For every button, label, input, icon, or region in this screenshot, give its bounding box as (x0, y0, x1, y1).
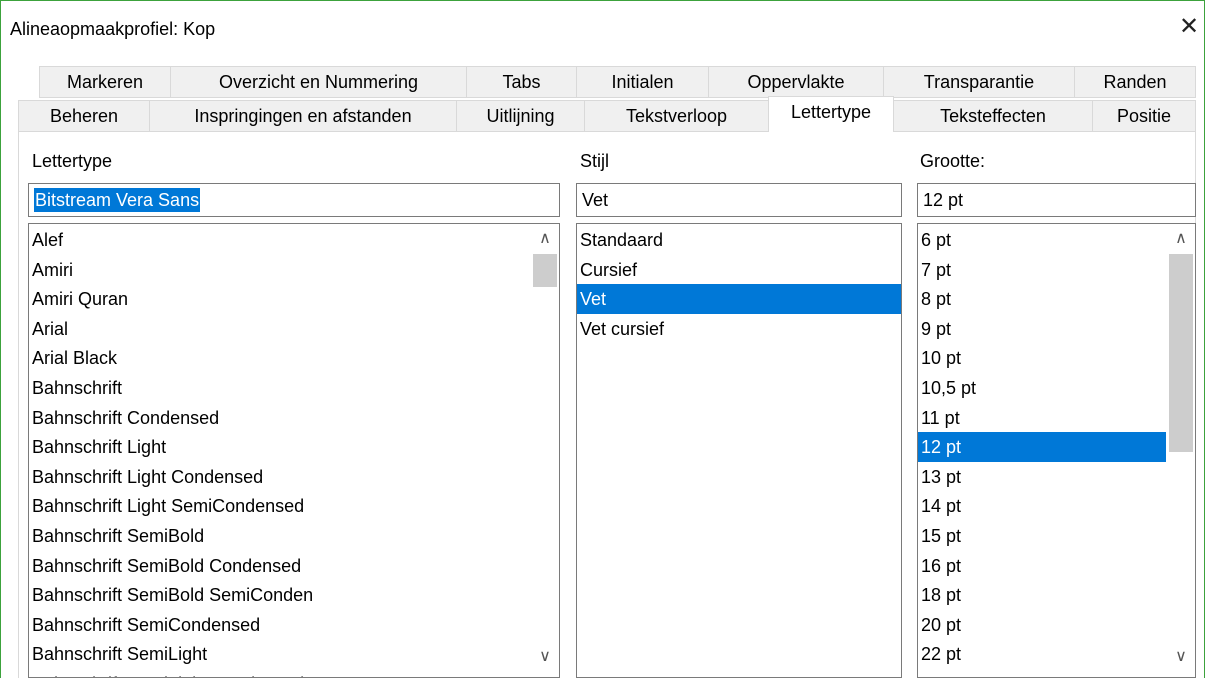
list-item[interactable]: Vet cursief (577, 314, 901, 344)
font-name-input[interactable]: Bitstream Vera Sans (28, 183, 560, 217)
list-item[interactable]: Bahnschrift SemiCondensed (29, 610, 530, 640)
list-item[interactable]: Bahnschrift Light SemiCondensed (29, 491, 530, 521)
list-item[interactable]: 14 pt (918, 491, 1166, 521)
list-item[interactable]: Standaard (577, 225, 901, 255)
list-item[interactable]: Bahnschrift Condensed (29, 403, 530, 433)
style-input[interactable]: Vet (576, 183, 902, 217)
style-value: Vet (582, 190, 609, 210)
size-value: 12 pt (923, 190, 964, 210)
list-item[interactable]: 18 pt (918, 580, 1166, 610)
list-item[interactable]: Vet (577, 284, 901, 315)
list-item[interactable]: 8 pt (918, 284, 1166, 314)
list-item[interactable]: Alef (29, 225, 530, 255)
list-item[interactable]: Amiri Quran (29, 284, 530, 314)
list-item[interactable]: 16 pt (918, 551, 1166, 581)
list-item[interactable]: 22 pt (918, 639, 1166, 669)
tab-transparantie[interactable]: Transparantie (883, 66, 1075, 98)
list-item[interactable]: 20 pt (918, 610, 1166, 640)
close-icon[interactable]: ✕ (1177, 15, 1201, 39)
tab-tabs[interactable]: Tabs (466, 66, 577, 98)
tab-initialen[interactable]: Initialen (576, 66, 709, 98)
list-item[interactable]: Bahnschrift Light Condensed (29, 462, 530, 492)
chevron-down-icon[interactable]: ∨ (1168, 644, 1194, 670)
list-item[interactable]: 12 pt (918, 432, 1166, 463)
tab-tekstverloop[interactable]: Tekstverloop (584, 100, 769, 132)
list-item[interactable]: Amiri (29, 255, 530, 285)
size-list-scroll-thumb[interactable] (1169, 254, 1193, 452)
list-item[interactable]: Bahnschrift SemiLight (29, 639, 530, 669)
list-item[interactable]: Bahnschrift SemiBold Condensed (29, 551, 530, 581)
font-list-scrollbar[interactable]: ∧ ∨ (532, 224, 558, 677)
font-list[interactable]: Bahnschrift SemiLight CondensedBahnschri… (28, 223, 560, 678)
chevron-up-icon[interactable]: ∧ (532, 226, 558, 252)
list-item[interactable]: Arial (29, 314, 530, 344)
list-item[interactable]: 11 pt (918, 403, 1166, 433)
list-item[interactable]: 6 pt (918, 225, 1166, 255)
font-list-scroll-thumb[interactable] (533, 254, 557, 287)
list-item[interactable]: 24 pt (918, 669, 1166, 677)
list-item[interactable]: Cursief (577, 255, 901, 285)
size-list-scrollbar[interactable]: ∧ ∨ (1168, 224, 1194, 677)
tab-markeren[interactable]: Markeren (39, 66, 171, 98)
style-list[interactable]: Vet cursief Vet Cursief Standaard (576, 223, 902, 678)
list-item[interactable]: 10,5 pt (918, 373, 1166, 403)
tab-beheren[interactable]: Beheren (18, 100, 150, 132)
size-label: Grootte: (920, 151, 986, 171)
list-item[interactable]: 13 pt (918, 462, 1166, 492)
tab-uitlijning[interactable]: Uitlijning (456, 100, 585, 132)
tab-randen[interactable]: Randen (1074, 66, 1196, 98)
tab-oppervlakte[interactable]: Oppervlakte (708, 66, 884, 98)
tab-teksteffecten[interactable]: Teksteffecten (893, 100, 1093, 132)
list-item[interactable]: Bahnschrift SemiBold (29, 521, 530, 551)
list-item[interactable]: 9 pt (918, 314, 1166, 344)
font-name-value: Bitstream Vera Sans (34, 188, 201, 212)
size-list[interactable]: 24 pt22 pt20 pt18 pt16 pt15 pt14 pt13 pt… (917, 223, 1196, 678)
list-item[interactable]: 7 pt (918, 255, 1166, 285)
title-bar: Alineaopmaakprofiel: Kop ✕ (1, 1, 1204, 57)
style-label: Stijl (580, 151, 610, 171)
list-item[interactable]: Bahnschrift Light (29, 432, 530, 462)
tab-lettertype[interactable]: Lettertype (768, 96, 894, 132)
tab-overzicht-en-nummering[interactable]: Overzicht en Nummering (170, 66, 467, 98)
tab-positie[interactable]: Positie (1092, 100, 1196, 132)
list-item[interactable]: Arial Black (29, 343, 530, 373)
list-item[interactable]: 10 pt (918, 343, 1166, 373)
list-item[interactable]: Bahnschrift (29, 373, 530, 403)
chevron-up-icon[interactable]: ∧ (1168, 226, 1194, 252)
font-label: Lettertype (32, 151, 113, 171)
list-item[interactable]: Bahnschrift SemiBold SemiConden (29, 580, 530, 610)
window-title: Alineaopmaakprofiel: Kop (10, 19, 216, 39)
chevron-down-icon[interactable]: ∨ (532, 644, 558, 670)
list-item[interactable]: 15 pt (918, 521, 1166, 551)
list-item[interactable]: Bahnschrift SemiLight Condensed (29, 669, 530, 677)
tab-inspringingen-en-afstanden[interactable]: Inspringingen en afstanden (149, 100, 457, 132)
size-input[interactable]: 12 pt (917, 183, 1196, 217)
